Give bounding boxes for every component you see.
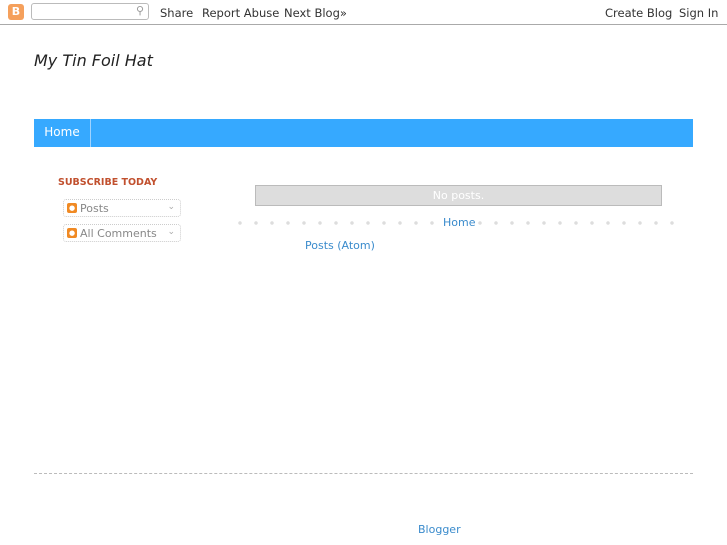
- tab-home[interactable]: Home: [34, 119, 91, 147]
- share-link[interactable]: Share: [160, 6, 193, 20]
- dropdown-label: Posts: [80, 202, 109, 215]
- subscribe-comments-dropdown[interactable]: ● All Comments ⌄: [63, 224, 181, 242]
- posts-atom-link[interactable]: Posts (Atom): [305, 239, 375, 252]
- chevron-down-icon: ⌄: [167, 227, 175, 237]
- subscribe-heading: SUBSCRIBE TODAY: [58, 177, 158, 188]
- no-posts-message: No posts.: [255, 185, 662, 206]
- sign-in-link[interactable]: Sign In: [679, 6, 718, 20]
- report-abuse-link[interactable]: Report Abuse: [202, 6, 279, 20]
- blogger-navbar: B ⚲ Share Report Abuse Next Blog» Create…: [0, 0, 727, 25]
- page-tabs: Home: [34, 119, 693, 147]
- search-input[interactable]: ⚲: [31, 3, 149, 20]
- dropdown-label: All Comments: [80, 227, 157, 240]
- rss-icon: ●: [67, 228, 77, 238]
- create-blog-link[interactable]: Create Blog: [605, 6, 672, 20]
- chevron-down-icon: ⌄: [167, 202, 175, 212]
- blogger-logo-icon[interactable]: B: [8, 4, 24, 20]
- search-icon[interactable]: ⚲: [136, 4, 144, 17]
- blog-title[interactable]: My Tin Foil Hat: [34, 51, 153, 70]
- footer-divider: [34, 473, 693, 474]
- subscribe-posts-dropdown[interactable]: ● Posts ⌄: [63, 199, 181, 217]
- rss-icon: ●: [67, 203, 77, 213]
- home-link[interactable]: Home: [440, 216, 479, 229]
- next-blog-link[interactable]: Next Blog»: [284, 6, 347, 20]
- blogger-link[interactable]: Blogger: [418, 523, 461, 536]
